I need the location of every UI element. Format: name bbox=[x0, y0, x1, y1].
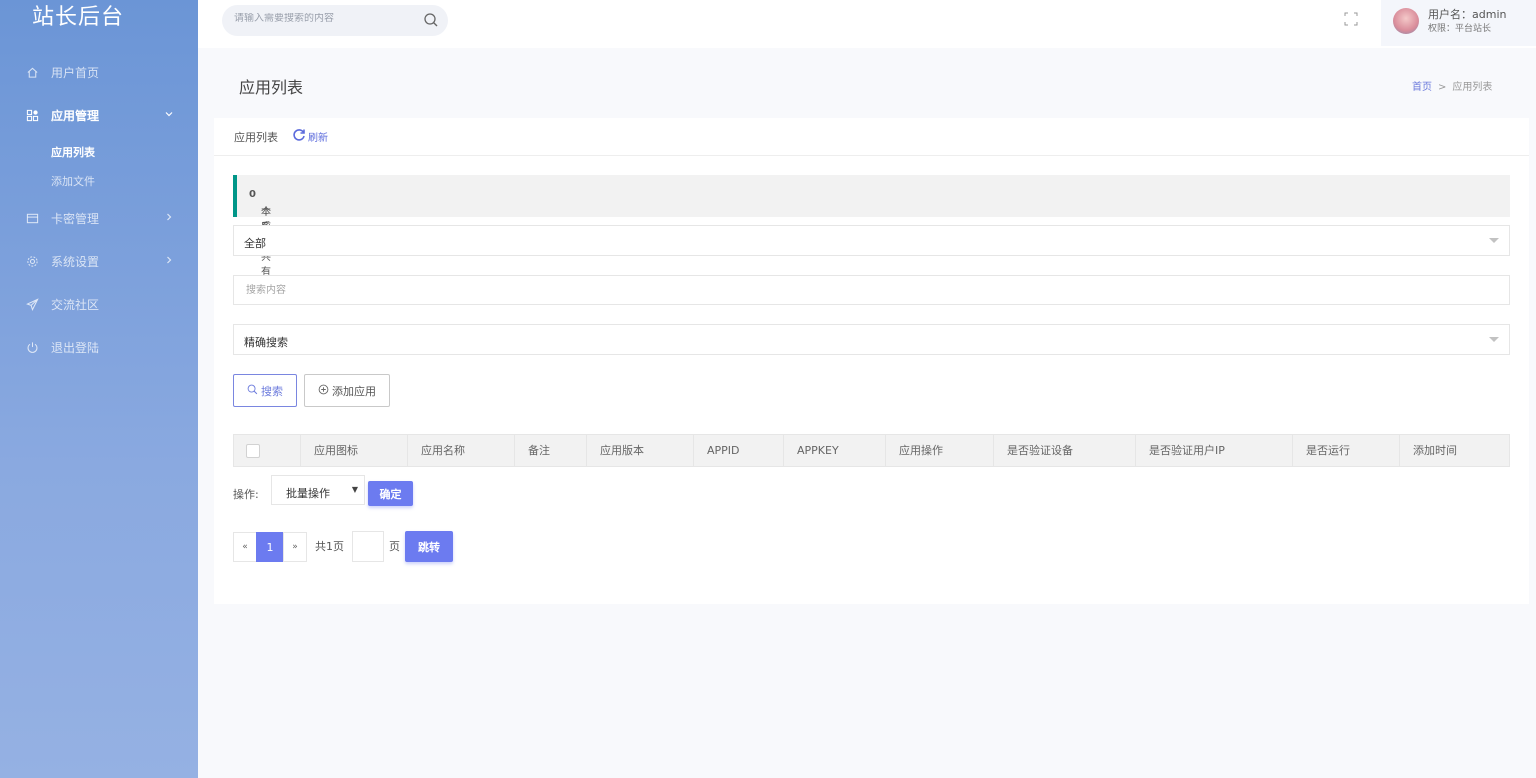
dropdown-arrow-icon bbox=[1489, 337, 1499, 342]
sidebar-item-label: 系统设置 bbox=[51, 254, 100, 269]
column-header: 应用版本 bbox=[587, 435, 694, 466]
card-icon bbox=[25, 211, 39, 225]
brand-logo: 站长后台 bbox=[32, 5, 125, 30]
column-header: APPID bbox=[694, 435, 784, 466]
chevron-down-icon bbox=[164, 109, 174, 122]
refresh-icon bbox=[292, 128, 306, 146]
search-content-field bbox=[233, 275, 1510, 305]
column-header: 应用操作 bbox=[886, 435, 994, 466]
prev-page-button[interactable]: « bbox=[233, 532, 257, 562]
breadcrumb-home-link[interactable]: 首页 bbox=[1412, 82, 1432, 93]
sidebar: 站长后台 用户首页 应用管理 应用列表 添加文件 卡密管理 系统设置 交流社区 … bbox=[0, 0, 198, 778]
page-unit-label: 页 bbox=[389, 540, 400, 553]
sidebar-item-user-home[interactable]: 用户首页 bbox=[0, 58, 198, 86]
refresh-button[interactable]: 刷新 bbox=[292, 128, 328, 146]
sidebar-item-label: 交流社区 bbox=[51, 297, 100, 312]
column-header: APPKEY bbox=[784, 435, 886, 466]
select-all-checkbox[interactable] bbox=[246, 444, 260, 458]
filter-select-value: 全部 bbox=[244, 237, 266, 250]
user-menu[interactable]: 用户名：admin 权限：平台站长 bbox=[1381, 0, 1536, 46]
search-mode-select[interactable]: 精确搜索 bbox=[233, 324, 1510, 355]
sidebar-subitem-app-list[interactable]: 应用列表 bbox=[51, 144, 95, 160]
page-number-input[interactable] bbox=[352, 531, 384, 562]
sidebar-item-community[interactable]: 交流社区 bbox=[0, 290, 198, 318]
app-count: 0 bbox=[249, 189, 256, 200]
refresh-label: 刷新 bbox=[308, 133, 328, 144]
add-app-button-label: 添加应用 bbox=[332, 384, 376, 398]
chevron-right-icon bbox=[164, 212, 174, 225]
app-list-card: 应用列表 刷新 本系统共有 0 个应用 全部 精确搜索 搜索 添加应用 bbox=[214, 118, 1529, 604]
plus-circle-icon bbox=[318, 384, 329, 398]
batch-operation-select[interactable]: 批量操作 ▼ bbox=[271, 475, 365, 505]
search-icon[interactable] bbox=[423, 12, 439, 28]
column-header: 是否验证用户IP bbox=[1136, 435, 1293, 466]
column-header: 应用图标 bbox=[301, 435, 408, 466]
sidebar-item-app-management[interactable]: 应用管理 bbox=[0, 101, 198, 129]
sidebar-item-system-settings[interactable]: 系统设置 bbox=[0, 247, 198, 275]
batch-select-value: 批量操作 bbox=[286, 487, 330, 500]
select-all-cell bbox=[234, 435, 301, 466]
gear-icon bbox=[25, 254, 39, 268]
sidebar-item-label: 应用管理 bbox=[51, 108, 100, 123]
top-bar: 用户名：admin 权限：平台站长 bbox=[198, 0, 1536, 48]
page-title: 应用列表 bbox=[239, 78, 304, 97]
search-mode-value: 精确搜索 bbox=[244, 336, 288, 349]
page-1-button[interactable]: 1 bbox=[256, 532, 284, 562]
pagination: « 1 » bbox=[233, 532, 307, 562]
column-header: 是否验证设备 bbox=[994, 435, 1136, 466]
confirm-button[interactable]: 确定 bbox=[368, 481, 413, 506]
filter-select[interactable]: 全部 bbox=[233, 225, 1510, 256]
sidebar-subitem-add-file[interactable]: 添加文件 bbox=[51, 173, 95, 189]
global-search-input[interactable] bbox=[234, 13, 414, 24]
dropdown-arrow-icon bbox=[1489, 238, 1499, 243]
add-app-button[interactable]: 添加应用 bbox=[304, 374, 390, 407]
column-header: 应用名称 bbox=[408, 435, 515, 466]
apps-icon bbox=[25, 108, 39, 122]
avatar bbox=[1393, 8, 1419, 34]
breadcrumb-separator: > bbox=[1438, 82, 1447, 93]
card-header: 应用列表 刷新 bbox=[214, 118, 1529, 156]
column-header: 备注 bbox=[515, 435, 587, 466]
column-header: 是否运行 bbox=[1293, 435, 1400, 466]
sidebar-item-card-management[interactable]: 卡密管理 bbox=[0, 204, 198, 232]
total-pages: 共1页 bbox=[315, 540, 344, 553]
chevron-right-icon bbox=[164, 255, 174, 268]
paper-plane-icon bbox=[25, 297, 39, 311]
card-title: 应用列表 bbox=[234, 130, 278, 144]
app-table-header: 应用图标 应用名称 备注 应用版本 APPID APPKEY 应用操作 是否验证… bbox=[233, 434, 1510, 467]
home-icon bbox=[25, 65, 39, 79]
breadcrumb-current: 应用列表 bbox=[1452, 82, 1493, 93]
sidebar-item-label: 卡密管理 bbox=[51, 211, 100, 226]
search-button[interactable]: 搜索 bbox=[233, 374, 297, 407]
caret-down-icon: ▼ bbox=[351, 485, 358, 494]
search-icon bbox=[247, 384, 258, 398]
jump-button[interactable]: 跳转 bbox=[405, 531, 453, 562]
breadcrumb: 首页 > 应用列表 bbox=[1412, 78, 1492, 93]
column-header: 添加时间 bbox=[1413, 444, 1457, 457]
power-icon bbox=[25, 340, 39, 354]
global-search bbox=[222, 5, 448, 36]
search-button-label: 搜索 bbox=[261, 384, 283, 398]
sidebar-item-label: 退出登陆 bbox=[51, 340, 100, 355]
fullscreen-icon[interactable] bbox=[1344, 12, 1360, 28]
sidebar-item-label: 用户首页 bbox=[51, 65, 100, 80]
app-count-notice: 本系统共有 0 个应用 bbox=[233, 175, 1510, 278]
batch-label: 操作: bbox=[233, 488, 259, 501]
user-name: 用户名：admin bbox=[1428, 8, 1507, 21]
notice-text: 本系统共有 0 个应用 bbox=[249, 189, 271, 278]
sidebar-item-logout[interactable]: 退出登陆 bbox=[0, 333, 198, 361]
user-role: 权限：平台站长 bbox=[1428, 24, 1492, 34]
next-page-button[interactable]: » bbox=[283, 532, 307, 562]
search-content-input[interactable] bbox=[234, 276, 1509, 304]
